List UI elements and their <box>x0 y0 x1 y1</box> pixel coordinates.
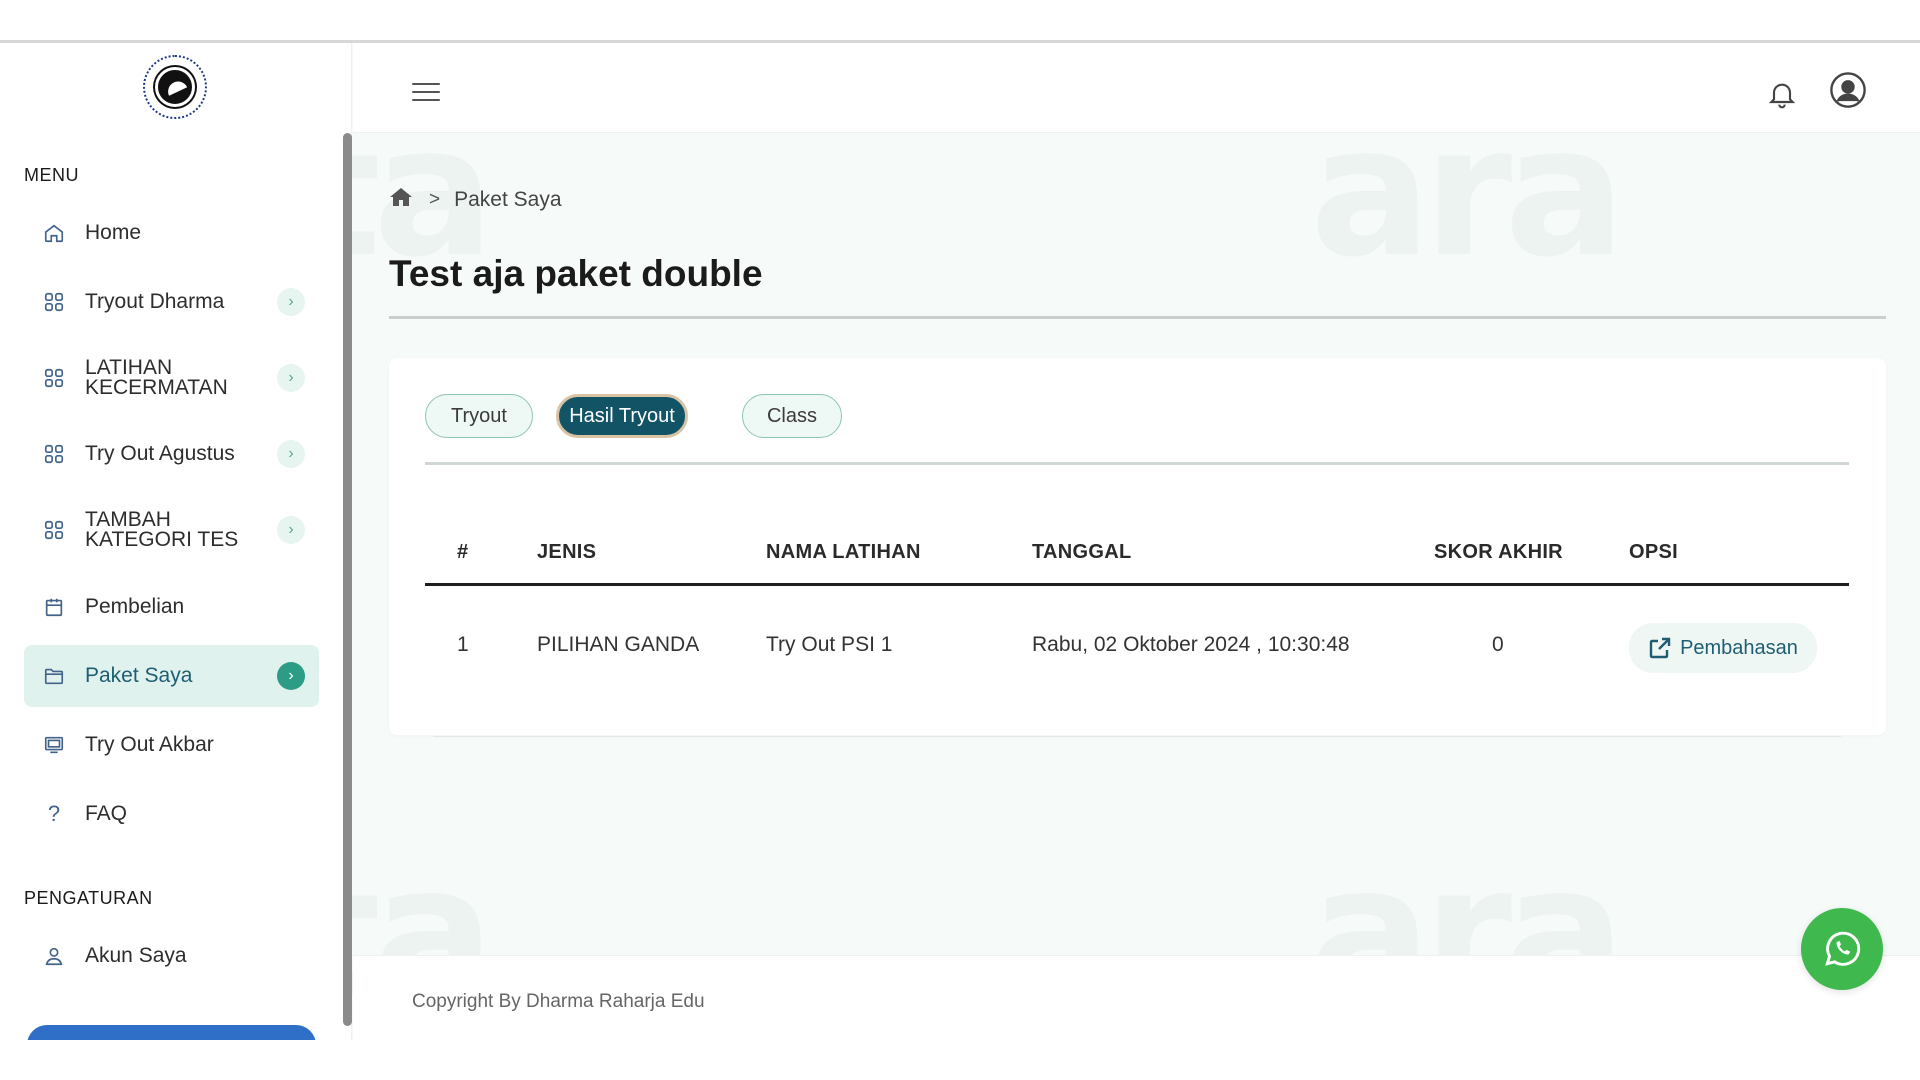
sidebar-item-latihan-kecermatan[interactable]: LATIHAN KECERMATAN › <box>24 347 319 409</box>
sidebar-item-label: LATIHAN KECERMATAN <box>85 356 228 399</box>
sidebar-item-tryout-dharma[interactable]: Tryout Dharma › <box>24 271 319 333</box>
column-header-jenis: JENIS <box>537 541 597 563</box>
cell-nama-latihan: Try Out PSI 1 <box>766 633 893 656</box>
cell-skor-akhir: 0 <box>1492 633 1504 656</box>
sidebar-item-try-out-agustus[interactable]: Try Out Agustus › <box>24 423 319 485</box>
sidebar: MENU Home Tryout Dharma › LATIHAN KECERM… <box>0 43 352 1040</box>
logo[interactable] <box>143 55 207 119</box>
tab-tryout[interactable]: Tryout <box>425 394 533 438</box>
settings-section-label: PENGATURAN <box>24 888 153 908</box>
sidebar-item-paket-saya[interactable]: Paket Saya › <box>24 645 319 707</box>
user-icon <box>42 944 66 968</box>
sidebar-item-label: Try Out Akbar <box>85 733 214 756</box>
sidebar-item-label: Akun Saya <box>85 944 187 967</box>
breadcrumb-separator: > <box>429 189 441 210</box>
table-header-divider <box>425 583 1849 586</box>
sidebar-item-label: TAMBAH KATEGORI TES <box>85 508 239 551</box>
question-icon: ? <box>47 801 61 826</box>
grid-icon <box>42 518 66 542</box>
sidebar-item-try-out-akbar[interactable]: Try Out Akbar <box>24 714 319 776</box>
sidebar-scrollbar[interactable] <box>343 133 352 1026</box>
column-header-nama-latihan: NAMA LATIHAN <box>766 541 921 563</box>
chevron-right-icon[interactable]: › <box>277 440 305 468</box>
sidebar-item-tambah-kategori-tes[interactable]: TAMBAH KATEGORI TES › <box>24 499 319 561</box>
footer: Copyright By Dharma Raharja Edu <box>353 955 1920 1040</box>
breadcrumb-current: Paket Saya <box>454 188 562 211</box>
sidebar-item-label: Pembelian <box>85 595 185 618</box>
cell-jenis: PILIHAN GANDA <box>537 633 700 656</box>
row-divider <box>433 736 1841 737</box>
folder-icon <box>42 664 66 688</box>
menu-section-label: MENU <box>24 165 79 185</box>
sidebar-item-faq[interactable]: ? FAQ <box>24 783 319 845</box>
chevron-right-icon[interactable]: › <box>277 662 305 690</box>
copyright-text: Copyright By Dharma Raharja Edu <box>412 991 705 1012</box>
sidebar-item-pembelian[interactable]: Pembelian <box>24 576 319 638</box>
column-header-opsi: OPSI <box>1629 541 1678 563</box>
top-header <box>353 43 1920 133</box>
bell-icon[interactable] <box>1766 77 1798 111</box>
sidebar-item-label: FAQ <box>85 802 128 825</box>
chevron-right-icon[interactable]: › <box>277 364 305 392</box>
monitor-icon <box>42 733 66 757</box>
sidebar-item-label: Paket Saya <box>85 664 193 687</box>
pembahasan-label: Pembahasan <box>1680 636 1798 659</box>
sidebar-item-label: Tryout Dharma <box>85 290 225 313</box>
grid-icon <box>42 442 66 466</box>
breadcrumb: > Paket Saya <box>389 186 562 214</box>
tabs-divider <box>425 462 1849 465</box>
chevron-right-icon[interactable]: › <box>277 516 305 544</box>
page-title: Test aja paket double <box>389 253 763 294</box>
whatsapp-button[interactable] <box>1801 908 1883 990</box>
column-header-skor-akhir: SKOR AKHIR <box>1434 541 1563 563</box>
calendar-icon <box>42 595 66 619</box>
column-header-tanggal: TANGGAL <box>1032 541 1132 563</box>
app-frame: rdata ara ardata rdata ara MENU Home Try… <box>0 43 1920 1040</box>
sidebar-bottom-button[interactable] <box>27 1025 316 1040</box>
tab-class[interactable]: Class <box>742 394 842 438</box>
cell-tanggal: Rabu, 02 Oktober 2024 , 10:30:48 <box>1032 633 1350 656</box>
home-icon <box>42 221 66 245</box>
tab-hasil-tryout[interactable]: Hasil Tryout <box>556 394 688 438</box>
results-card: Tryout Hasil Tryout Class # JENIS NAMA L… <box>389 358 1886 737</box>
title-divider <box>389 316 1886 319</box>
grid-icon <box>42 366 66 390</box>
column-header-number: # <box>457 541 469 563</box>
external-link-icon <box>1649 637 1671 659</box>
grid-icon <box>42 290 66 314</box>
sidebar-item-label: Try Out Agustus <box>85 442 235 465</box>
chevron-right-icon[interactable]: › <box>277 288 305 316</box>
sidebar-item-home[interactable]: Home <box>24 202 319 264</box>
user-avatar-icon[interactable] <box>1829 71 1867 109</box>
sidebar-item-label: Home <box>85 221 142 244</box>
home-icon[interactable] <box>389 186 413 214</box>
cell-number: 1 <box>457 633 469 656</box>
pembahasan-button[interactable]: Pembahasan <box>1629 623 1817 673</box>
sidebar-item-akun-saya[interactable]: Akun Saya <box>24 925 319 987</box>
whatsapp-icon <box>1825 931 1861 966</box>
hamburger-menu-icon[interactable] <box>412 83 440 103</box>
